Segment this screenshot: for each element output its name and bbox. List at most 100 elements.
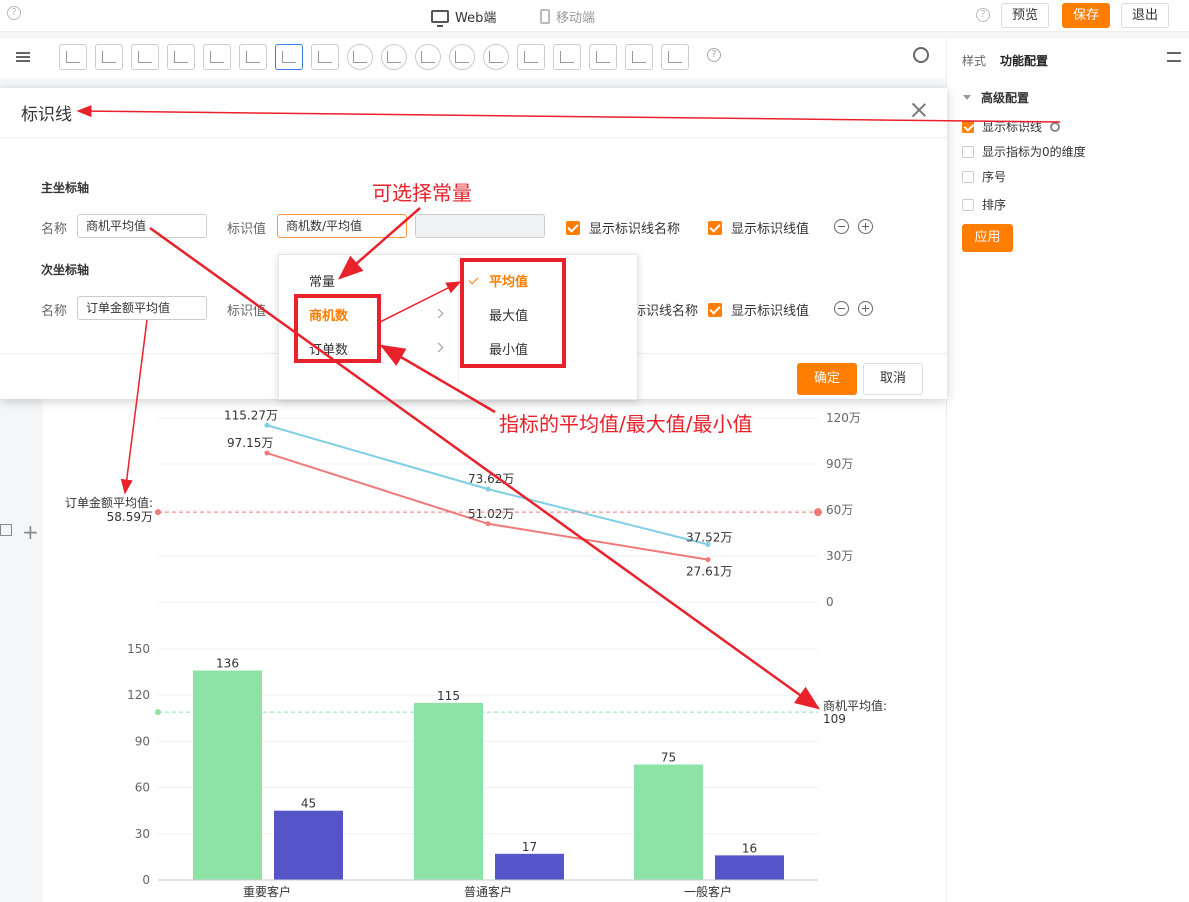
checkbox[interactable] xyxy=(962,170,974,183)
advanced-config-header[interactable]: 高级配置 xyxy=(963,89,1029,106)
option-label: 排序 xyxy=(982,198,1007,212)
annotation-box-aggregates xyxy=(460,258,566,368)
top-bar: ? Web端 移动端 ? 预览 保存 退出 xyxy=(0,0,1189,32)
collapse-right-icon[interactable] xyxy=(1167,52,1181,62)
checkbox[interactable] xyxy=(708,302,722,317)
annotation-constant: 可选择常量 xyxy=(372,181,472,205)
value-label: 标识值 xyxy=(227,222,267,237)
gauge-icon[interactable] xyxy=(347,44,373,70)
confirm-button[interactable]: 确定 xyxy=(797,363,857,395)
remove-icon[interactable] xyxy=(834,219,849,234)
option-show-markline[interactable]: 显示标识线 xyxy=(962,118,1061,135)
add-icon[interactable] xyxy=(858,301,873,316)
checkbox[interactable] xyxy=(566,220,580,235)
heatmap-icon[interactable] xyxy=(589,44,617,70)
pie-chart-icon[interactable] xyxy=(131,44,159,70)
scatter-chart-icon[interactable] xyxy=(661,44,689,70)
mobile-mode-tab[interactable]: 移动端 xyxy=(540,7,595,26)
constant-input[interactable] xyxy=(415,214,545,238)
combo-chart: 120万 90万 60万 30万 0 115.27万 73.62万 37.52万 97.15万 5… xyxy=(65,408,887,899)
funnel-chart-icon[interactable] xyxy=(167,44,195,70)
tab-function-config[interactable]: 功能配置 xyxy=(1000,52,1048,69)
add-icon[interactable]: + xyxy=(22,520,39,544)
y-tick-label: 30 xyxy=(135,827,150,841)
indicator-card-icon[interactable] xyxy=(311,44,339,70)
help-icon[interactable]: ? xyxy=(976,8,990,22)
line-chart-icon[interactable] xyxy=(95,44,123,70)
bar-chart-icon[interactable] xyxy=(59,44,87,70)
markline-start xyxy=(155,509,161,516)
area-chart-icon[interactable] xyxy=(553,44,581,70)
bar-value-label: 115 xyxy=(437,689,460,703)
help-icon[interactable]: ? xyxy=(7,6,21,20)
show-value-option-secondary[interactable]: 显示标识线值 xyxy=(708,300,809,319)
data-label: 97.15万 xyxy=(227,436,273,450)
map-cn-alt-icon[interactable] xyxy=(415,44,441,70)
swap-axes-icon[interactable] xyxy=(913,47,929,63)
gear-icon[interactable] xyxy=(1050,121,1061,132)
web-mode-tab[interactable]: Web端 xyxy=(431,7,496,27)
markline-label: 订单金额平均值: xyxy=(65,495,153,510)
option-index[interactable]: 序号 xyxy=(962,168,1006,185)
close-icon[interactable] xyxy=(911,102,927,118)
option-show-zero-dimension[interactable]: 显示指标为0的维度 xyxy=(962,143,1086,160)
checkbox[interactable] xyxy=(962,145,974,158)
data-point xyxy=(264,422,270,428)
scatter-map-icon[interactable] xyxy=(483,44,509,70)
data-point xyxy=(485,486,491,492)
markline-label: 商机平均值: xyxy=(823,698,887,713)
exit-button[interactable]: 退出 xyxy=(1121,3,1170,28)
y-tick-label: 90万 xyxy=(826,457,853,471)
pivot-table-icon[interactable] xyxy=(625,44,653,70)
config-panel: 样式 功能配置 高级配置 显示标识线 显示指标为0的维度 序号 排序 应用 xyxy=(946,38,1189,902)
primary-value-select[interactable]: 商机数/平均值 xyxy=(277,214,407,238)
bar xyxy=(193,670,262,880)
preview-button[interactable]: 预览 xyxy=(1001,3,1050,28)
cascader-option-constant[interactable]: 常量 xyxy=(309,271,335,290)
checkbox[interactable] xyxy=(962,198,974,211)
y-tick-label: 60 xyxy=(135,781,150,795)
y-tick-label: 120 xyxy=(127,688,150,702)
primary-name-input[interactable]: 商机平均值 xyxy=(77,214,207,238)
bar-value-label: 136 xyxy=(216,657,239,671)
checkbox[interactable] xyxy=(708,220,722,235)
section-title: 高级配置 xyxy=(981,91,1030,105)
markline-start xyxy=(155,709,161,716)
bar xyxy=(715,855,784,880)
show-name-option[interactable]: 显示标识线名称 xyxy=(566,218,680,237)
checkbox[interactable] xyxy=(962,120,974,133)
add-icon[interactable] xyxy=(858,219,873,234)
phone-icon xyxy=(540,9,550,24)
mobile-mode-label: 移动端 xyxy=(556,11,596,26)
apply-button[interactable]: 应用 xyxy=(962,224,1013,252)
show-value-option[interactable]: 显示标识线值 xyxy=(708,218,809,237)
data-label: 51.02万 xyxy=(468,507,514,521)
bar-value-label: 16 xyxy=(742,841,757,855)
chevron-right-icon xyxy=(433,342,444,353)
funnel-chart-alt-icon[interactable] xyxy=(203,44,231,70)
help-icon[interactable]: ? xyxy=(707,48,721,62)
tab-style[interactable]: 样式 xyxy=(962,52,986,69)
chart-edit-icon[interactable] xyxy=(0,524,12,536)
bar xyxy=(274,810,343,880)
markline-value: 109 xyxy=(823,712,846,726)
cancel-button[interactable]: 取消 xyxy=(863,363,923,395)
option-sort[interactable]: 排序 xyxy=(962,196,1006,213)
option-label: 显示标识线 xyxy=(982,120,1043,134)
y-tick-label: 30万 xyxy=(826,549,853,563)
bar xyxy=(634,764,703,880)
remove-icon[interactable] xyxy=(834,301,849,316)
save-button[interactable]: 保存 xyxy=(1062,3,1111,28)
table-icon[interactable] xyxy=(239,44,267,70)
combo-chart-icon[interactable] xyxy=(275,44,303,70)
data-point xyxy=(705,557,711,563)
secondary-name-input[interactable]: 订单金额平均值 xyxy=(77,296,207,320)
x-tick-label: 重要客户 xyxy=(243,884,291,899)
histogram-icon[interactable] xyxy=(517,44,545,70)
data-label: 73.62万 xyxy=(468,472,514,486)
data-label: 27.61万 xyxy=(686,565,732,579)
world-map-icon[interactable] xyxy=(449,44,475,70)
map-cn-icon[interactable] xyxy=(381,44,407,70)
collapse-left-icon[interactable] xyxy=(16,52,30,62)
option-label: 显示标识线值 xyxy=(731,304,810,319)
